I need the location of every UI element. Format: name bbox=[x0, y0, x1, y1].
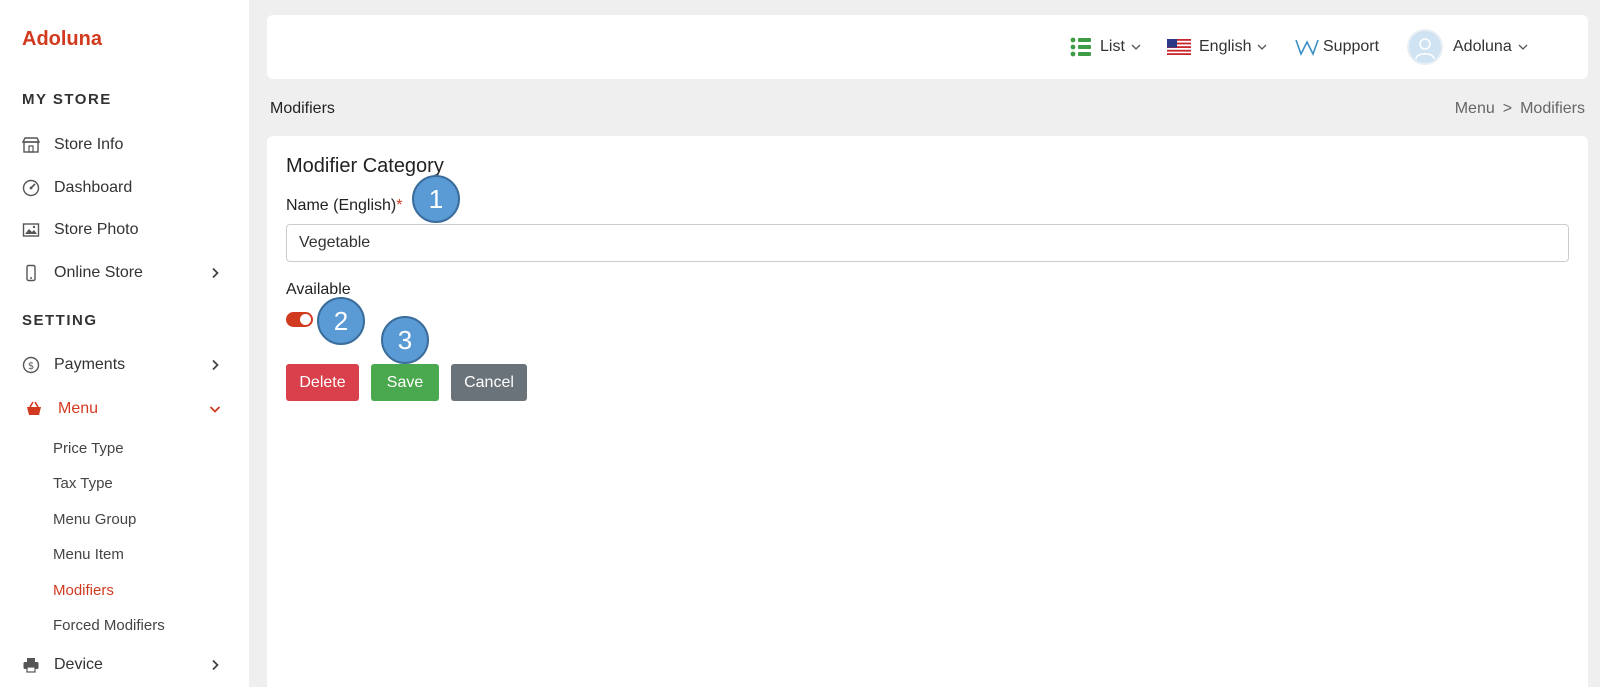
sidebar-item-label: Online Store bbox=[54, 264, 143, 281]
store-icon bbox=[21, 135, 41, 155]
sidebar-item-label: Store Photo bbox=[54, 221, 139, 238]
top-bar: List English Support Adoluna bbox=[267, 15, 1588, 79]
sidebar-subitem-price-type[interactable]: Price Type bbox=[53, 440, 124, 457]
sidebar-item-label: Payments bbox=[54, 356, 126, 373]
save-button[interactable]: Save bbox=[371, 364, 439, 401]
language-dropdown[interactable]: English bbox=[1167, 15, 1267, 79]
chevron-right-icon bbox=[212, 659, 219, 671]
svg-text:$: $ bbox=[28, 361, 34, 372]
sidebar-item-label: Device bbox=[54, 656, 103, 673]
user-menu-dropdown[interactable]: Adoluna bbox=[1407, 15, 1528, 79]
chevron-right-icon bbox=[212, 359, 219, 371]
name-field-label: Name (English)* bbox=[286, 197, 403, 215]
language-label: English bbox=[1199, 38, 1252, 55]
sidebar-subitem-menu-group[interactable]: Menu Group bbox=[53, 511, 136, 528]
dashboard-icon bbox=[21, 178, 41, 198]
chevron-down-icon bbox=[1258, 44, 1267, 50]
list-view-dropdown[interactable]: List bbox=[1070, 15, 1141, 79]
photo-icon bbox=[21, 220, 41, 240]
name-english-input[interactable] bbox=[286, 224, 1569, 262]
sidebar-item-store-photo[interactable]: Store Photo bbox=[0, 210, 249, 250]
page-title: Modifiers bbox=[270, 100, 335, 117]
sidebar-item-label: Dashboard bbox=[54, 179, 133, 196]
dollar-icon: $ bbox=[21, 355, 41, 375]
breadcrumb-modifiers: Modifiers bbox=[1520, 100, 1585, 117]
sidebar-item-device[interactable]: Device bbox=[0, 645, 249, 685]
cancel-button[interactable]: Cancel bbox=[451, 364, 527, 401]
sidebar-item-payments[interactable]: $ Payments bbox=[0, 345, 249, 385]
sidebar-item-menu[interactable]: Menu bbox=[0, 389, 249, 429]
name-label-text: Name (English) bbox=[286, 197, 397, 214]
delete-button[interactable]: Delete bbox=[286, 364, 359, 401]
support-w-icon bbox=[1295, 39, 1319, 56]
user-name: Adoluna bbox=[1453, 38, 1512, 55]
list-label: List bbox=[1100, 38, 1125, 55]
basket-icon bbox=[24, 399, 44, 419]
annotation-marker-1: 1 bbox=[412, 175, 460, 223]
support-link[interactable]: Support bbox=[1295, 15, 1379, 79]
chevron-down-icon bbox=[1131, 44, 1141, 50]
us-flag-icon bbox=[1167, 39, 1191, 55]
breadcrumb: Menu > Modifiers bbox=[1455, 100, 1585, 118]
available-toggle[interactable] bbox=[286, 312, 313, 327]
toggle-knob bbox=[300, 314, 311, 325]
annotation-marker-2: 2 bbox=[317, 297, 365, 345]
modifier-category-card: Modifier Category Name (English)* Availa… bbox=[267, 136, 1588, 687]
chevron-down-icon bbox=[1518, 44, 1528, 50]
phone-icon bbox=[21, 263, 41, 283]
printer-icon bbox=[21, 655, 41, 675]
sidebar-subitem-menu-item[interactable]: Menu Item bbox=[53, 546, 124, 563]
annotation-marker-3: 3 bbox=[381, 316, 429, 364]
breadcrumb-separator: > bbox=[1502, 100, 1513, 117]
user-icon bbox=[1415, 38, 1435, 60]
chevron-down-icon bbox=[209, 406, 221, 413]
sidebar-item-dashboard[interactable]: Dashboard bbox=[0, 168, 249, 208]
sidebar-item-label: Menu bbox=[58, 400, 99, 417]
support-label: Support bbox=[1323, 38, 1380, 55]
breadcrumb-menu[interactable]: Menu bbox=[1455, 100, 1495, 118]
sidebar-item-online-store[interactable]: Online Store bbox=[0, 253, 249, 293]
sidebar-item-store-info[interactable]: Store Info bbox=[0, 125, 249, 165]
sidebar-subitem-modifiers[interactable]: Modifiers bbox=[53, 582, 114, 599]
sidebar-subitem-forced-modifiers[interactable]: Forced Modifiers bbox=[53, 617, 165, 634]
section-my-store: MY STORE bbox=[22, 91, 112, 108]
sidebar-item-label: Store Info bbox=[54, 136, 124, 153]
card-title: Modifier Category bbox=[286, 155, 444, 177]
sidebar: Adoluna MY STORE Store Info Dashboard St… bbox=[0, 0, 249, 687]
sidebar-subitem-tax-type[interactable]: Tax Type bbox=[53, 475, 113, 492]
brand-logo[interactable]: Adoluna bbox=[22, 28, 102, 51]
required-mark: * bbox=[396, 197, 403, 214]
list-icon bbox=[1070, 37, 1091, 57]
chevron-right-icon bbox=[212, 267, 219, 279]
avatar bbox=[1407, 29, 1443, 65]
section-setting: SETTING bbox=[22, 312, 98, 329]
